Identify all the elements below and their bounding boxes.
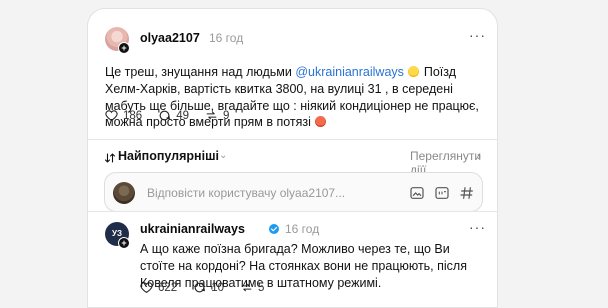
angry-emoji-icon (315, 116, 327, 128)
sort-icon[interactable] (104, 151, 116, 169)
like-button[interactable]: 186 (105, 109, 142, 122)
follow-plus-icon[interactable]: + (118, 237, 130, 249)
reply-time: 16 год (285, 222, 320, 236)
sort-arrows-icon (104, 153, 116, 163)
post-text-part1: Це треш, знущання над людьми (105, 65, 296, 79)
hashtag-icon[interactable] (459, 185, 475, 201)
heart-icon (140, 282, 153, 294)
like-button[interactable]: 622 (140, 281, 177, 294)
post-time: 16 год (209, 31, 244, 45)
shocked-emoji-icon (408, 66, 420, 77)
chevron-right-icon: › (477, 149, 481, 163)
repost-button[interactable]: 5 (240, 281, 264, 294)
like-count: 622 (158, 281, 178, 294)
gif-icon[interactable] (434, 185, 450, 201)
comment-count: 10 (211, 281, 224, 294)
comment-button[interactable]: 49 (158, 109, 189, 122)
like-count: 186 (123, 109, 143, 122)
more-options-icon[interactable]: ··· (469, 219, 486, 235)
current-user-avatar (113, 182, 135, 204)
repost-button[interactable]: 9 (205, 109, 229, 122)
reply-username[interactable]: ukrainianrailways (140, 222, 245, 236)
verified-badge-icon (269, 224, 279, 234)
image-icon[interactable] (409, 185, 425, 201)
sort-dropdown[interactable]: Найпопулярніші (118, 149, 219, 163)
more-options-icon[interactable]: ··· (469, 27, 486, 43)
reply-actions: 622 10 5 (140, 281, 280, 294)
thread-card: + olyaa2107 16 год ··· Це треш, знущання… (87, 8, 498, 308)
comment-icon (194, 282, 206, 293)
post-actions: 186 49 9 (105, 109, 245, 122)
chevron-down-icon[interactable]: ⌄ (219, 150, 227, 161)
mention-link[interactable]: @ukrainianrailways (295, 65, 404, 79)
reply-placeholder[interactable]: Відповісти користувачу olyaa2107... (147, 186, 345, 200)
follow-plus-icon[interactable]: + (118, 42, 130, 54)
post-username[interactable]: olyaa2107 (140, 31, 200, 45)
repost-count: 5 (257, 281, 265, 294)
divider (88, 211, 497, 212)
comment-button[interactable]: 10 (193, 281, 224, 294)
comment-icon (159, 110, 171, 121)
reply-input-box[interactable]: Відповісти користувачу olyaa2107... (104, 172, 483, 212)
comment-count: 49 (176, 109, 189, 122)
divider (88, 139, 497, 140)
heart-icon (105, 110, 118, 122)
repost-icon (206, 111, 217, 120)
repost-icon (241, 283, 252, 292)
repost-count: 9 (222, 109, 230, 122)
